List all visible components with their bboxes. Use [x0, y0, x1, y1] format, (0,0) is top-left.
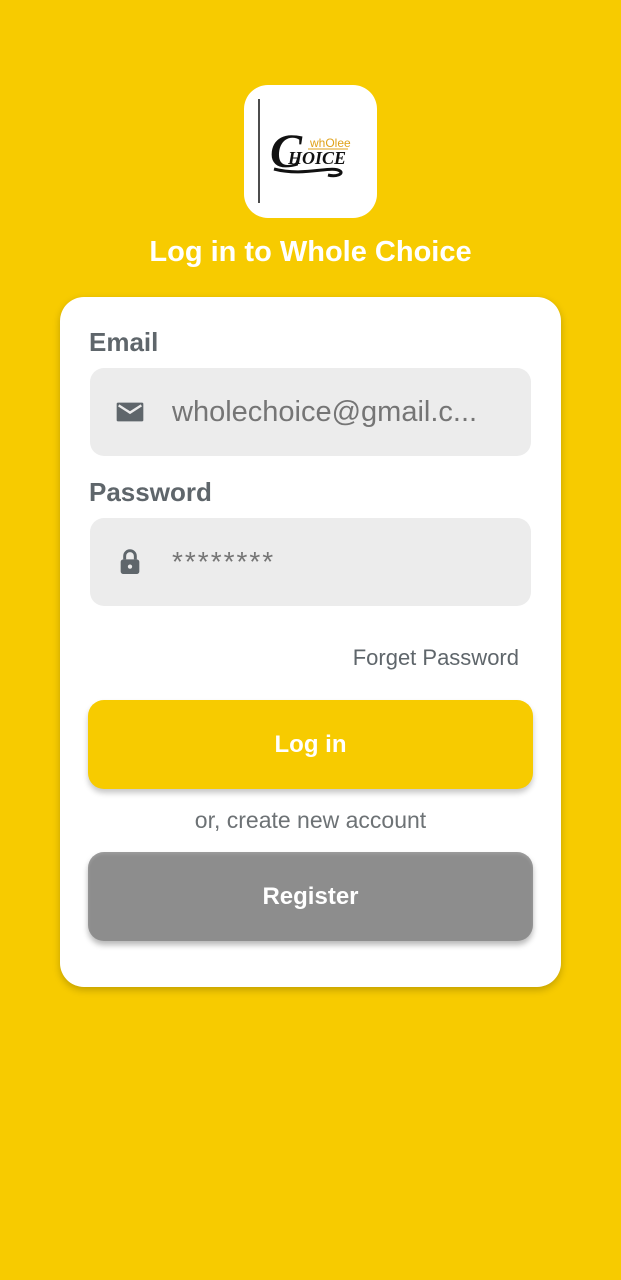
email-field[interactable] — [90, 368, 531, 456]
app-logo: C whOlee HOICE — [244, 85, 377, 218]
register-button[interactable]: Register — [88, 852, 533, 941]
password-input[interactable] — [172, 518, 515, 606]
whole-choice-logo-icon: C whOlee HOICE — [258, 99, 351, 203]
page-title: Log in to Whole Choice — [149, 236, 472, 268]
forget-password-link[interactable]: Forget Password — [353, 645, 519, 671]
password-field[interactable] — [90, 518, 531, 606]
email-label: Email — [89, 327, 159, 357]
password-label: Password — [89, 477, 212, 507]
lock-icon — [120, 549, 140, 574]
login-screen: C whOlee HOICE Log in to Whole Choice Em… — [0, 0, 621, 1280]
svg-text:HOICE: HOICE — [287, 148, 346, 168]
login-button[interactable]: Log in — [88, 700, 533, 789]
envelope-icon — [116, 402, 144, 422]
create-account-hint: or, create new account — [194, 807, 427, 833]
email-input[interactable] — [172, 368, 515, 456]
login-card: Email Password Forget Password Log in or… — [60, 297, 561, 987]
